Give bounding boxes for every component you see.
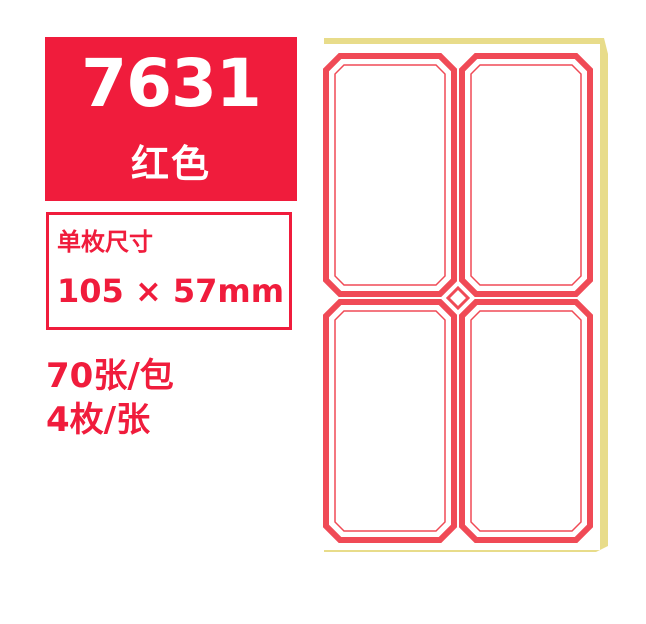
label-bottom-right: [459, 299, 593, 543]
label-top-left: [323, 53, 457, 297]
model-code: 7631: [81, 45, 262, 122]
sheets-per-pack: 70张/包: [46, 356, 174, 396]
size-value: 105 × 57mm: [57, 272, 285, 310]
label-sheet-illustration: [316, 34, 612, 554]
model-color-name: 红色: [130, 142, 211, 186]
labels-per-sheet: 4枚/张: [46, 400, 151, 440]
label-sheet-svg: [320, 38, 608, 552]
label-top-right: [459, 53, 593, 297]
size-label: 单枚尺寸: [57, 228, 153, 256]
size-spec-box: 单枚尺寸 105 × 57mm: [46, 212, 292, 330]
pack-info: 70张/包 4枚/张: [46, 354, 174, 442]
label-bottom-left: [323, 299, 457, 543]
model-badge: 7631 红色: [45, 37, 297, 201]
